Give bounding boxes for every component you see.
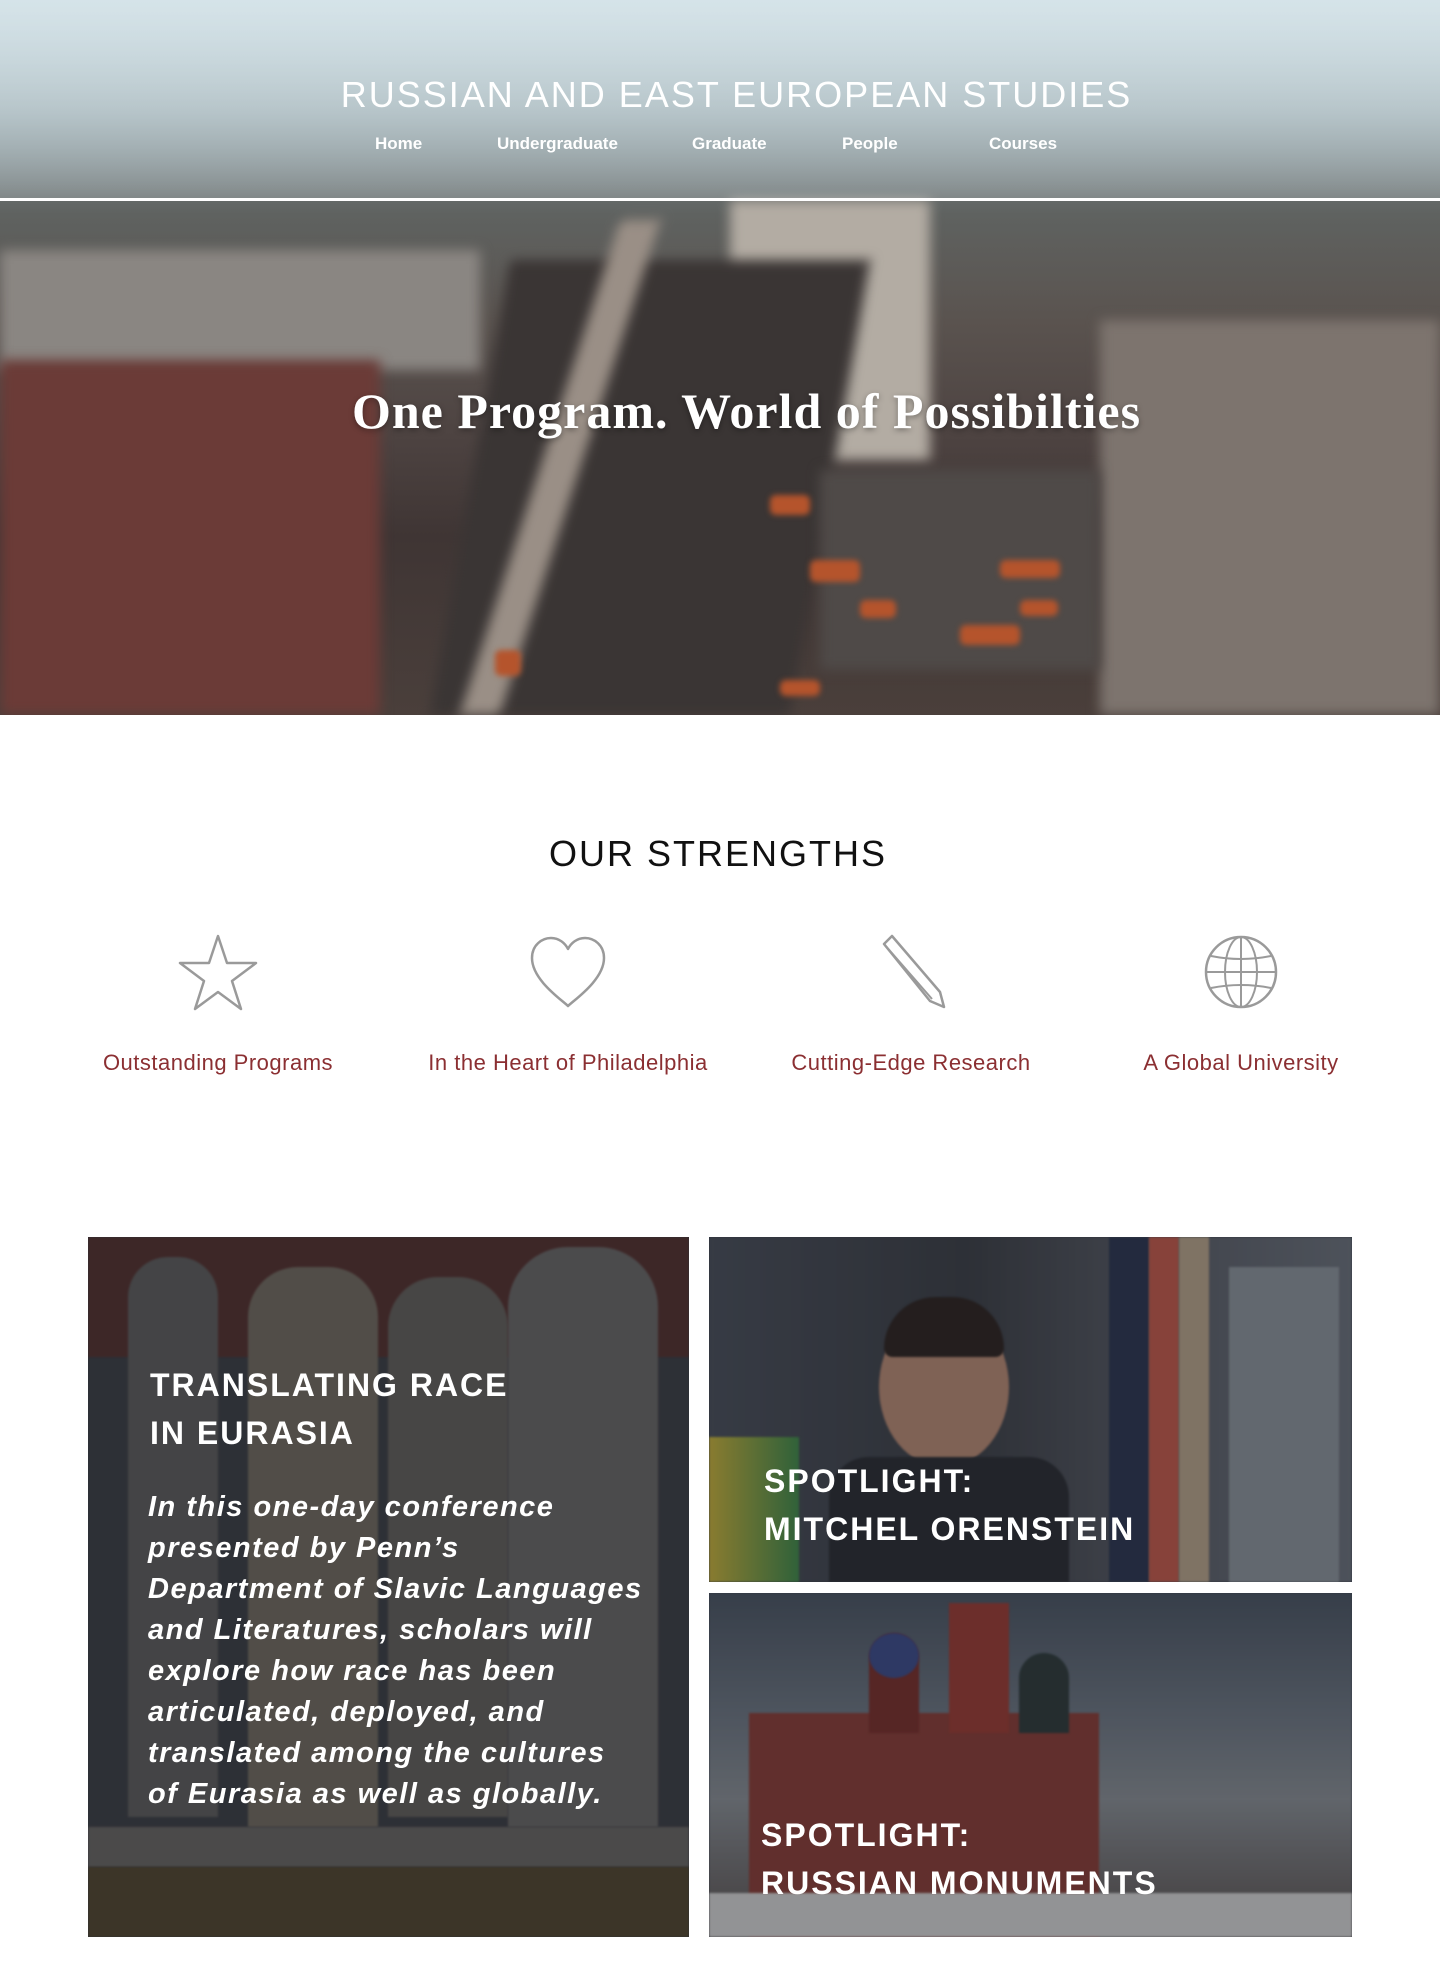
card-heading-line: TRANSLATING RACE [150, 1367, 509, 1403]
nav-undergraduate[interactable]: Undergraduate [497, 134, 618, 154]
hero-bg-shape [860, 600, 896, 618]
card-description-line: and Literatures, scholars will [148, 1614, 593, 1646]
hero-bg-shape [1000, 560, 1060, 578]
hero-bg-shape [810, 560, 860, 582]
card-description-line: articulated, deployed, and [148, 1696, 545, 1728]
card-description-line: In this one-day conference [148, 1491, 555, 1523]
card-heading-line: RUSSIAN MONUMENTS [761, 1865, 1158, 1901]
card-description-line: Department of Slavic Languages [148, 1573, 643, 1605]
card-heading: SPOTLIGHT: MITCHEL ORENSTEIN [764, 1457, 1135, 1553]
heart-icon [530, 936, 606, 1008]
card-heading-line: SPOTLIGHT: [764, 1463, 975, 1499]
hero-bg-shape [960, 625, 1020, 645]
globe-icon [1204, 935, 1278, 1009]
card-description-line: translated among the cultures [148, 1737, 606, 1769]
hero-bg-shape [0, 250, 480, 370]
strengths-title: OUR STRENGTHS [548, 833, 887, 874]
feature-card-spotlight-monuments[interactable]: SPOTLIGHT: RUSSIAN MONUMENTS [709, 1593, 1352, 1937]
pencil-icon [882, 934, 946, 1009]
hero-bg-shape [1100, 320, 1440, 715]
nav-people[interactable]: People [842, 134, 898, 154]
card-description-line: explore how race has been [148, 1655, 557, 1687]
site-title[interactable]: RUSSIAN AND EAST EUROPEAN STUDIES [0, 74, 1440, 116]
card-heading: SPOTLIGHT: RUSSIAN MONUMENTS [761, 1811, 1158, 1907]
hero-bg-shape [780, 680, 820, 696]
hero-banner: RUSSIAN AND EAST EUROPEAN STUDIES Home U… [0, 0, 1440, 715]
strength-label[interactable]: A Global University [1076, 1050, 1406, 1076]
nav-graduate[interactable]: Graduate [692, 134, 767, 154]
hero-headline: One Program. World of Possibilties [351, 383, 1142, 439]
hero-bg-shape [495, 650, 521, 676]
strength-cutting-edge-research[interactable]: Cutting-Edge Research [746, 930, 1076, 1075]
card-heading: TRANSLATING RACE IN EURASIA [150, 1361, 509, 1457]
strength-heart-of-philadelphia[interactable]: In the Heart of Philadelphia [403, 930, 733, 1075]
card-heading-line: MITCHEL ORENSTEIN [764, 1511, 1136, 1547]
nav-home[interactable]: Home [375, 134, 422, 154]
card-description-line: of Eurasia as well as globally. [148, 1778, 603, 1810]
card-heading-line: IN EURASIA [150, 1415, 355, 1451]
card-heading-line: SPOTLIGHT: [761, 1817, 972, 1853]
header-divider [0, 198, 1440, 201]
feature-card-translating-race[interactable]: TRANSLATING RACE IN EURASIA In this one-… [88, 1237, 689, 1937]
strength-label[interactable]: Cutting-Edge Research [746, 1050, 1076, 1076]
feature-card-spotlight-orenstein[interactable]: SPOTLIGHT: MITCHEL ORENSTEIN [709, 1237, 1352, 1582]
hero-bg-shape [1020, 600, 1058, 616]
strength-outstanding-programs[interactable]: Outstanding Programs [53, 930, 383, 1075]
strength-label[interactable]: Outstanding Programs [53, 1050, 383, 1076]
nav-courses[interactable]: Courses [989, 134, 1057, 154]
star-icon [178, 934, 258, 1011]
strength-label[interactable]: In the Heart of Philadelphia [403, 1050, 733, 1076]
card-description: In this one-day conference presented by … [148, 1487, 643, 1815]
strength-global-university[interactable]: A Global University [1076, 930, 1406, 1075]
card-description-line: presented by Penn’s [148, 1532, 460, 1564]
hero-bg-shape [770, 495, 810, 515]
main-nav: Home Undergraduate Graduate People Cours… [0, 134, 1440, 158]
